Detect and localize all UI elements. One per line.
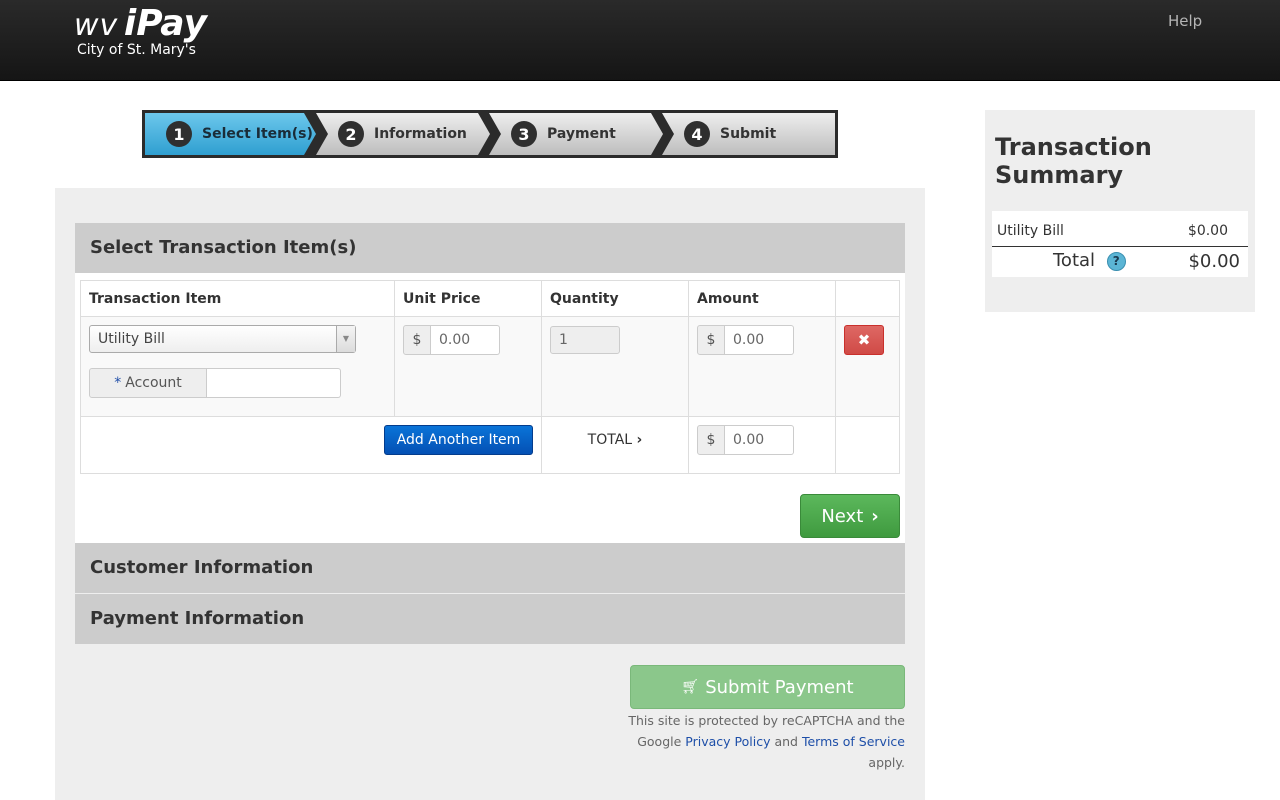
account-input-group: * Account [89,368,341,398]
step-label: Payment [547,126,616,142]
account-label: * Account [89,368,207,398]
account-input[interactable] [207,368,341,398]
selected-item-value: Utility Bill [98,331,165,347]
step-number: 3 [511,121,537,147]
step-number: 2 [338,121,364,147]
column-header-amount: Amount [689,281,836,317]
unit-price-input-group: $ 0.00 [403,325,500,355]
summary-item-amount: $0.00 [1187,223,1228,239]
section-select-items-header[interactable]: Select Transaction Item(s) [75,223,905,273]
summary-title: Transaction Summary [995,133,1152,189]
chevron-right-icon: › [636,432,643,448]
currency-addon: $ [403,325,431,355]
step-number: 4 [684,121,710,147]
summary-item-label: Utility Bill [997,223,1064,239]
recaptcha-notice: This site is protected by reCAPTCHA and … [628,713,905,770]
logo-wv-text: wv [74,8,119,43]
step-number: 1 [166,121,192,147]
section-customer-information-header[interactable]: Customer Information [75,543,905,593]
total-label: TOTAL › [587,432,643,448]
step-information: 2 Information [316,113,490,155]
currency-addon: $ [697,425,725,455]
wvipay-logo[interactable]: wv iPay City of St. Mary's [74,3,207,59]
step-label: Select Item(s) [202,126,313,142]
chevron-right-icon: › [871,505,879,527]
summary-table: Utility Bill $0.00 Total ? $0.00 [992,211,1248,277]
progress-stepper: 1 Select Item(s) 2 Information 3 Payment… [142,110,838,158]
terms-of-service-link[interactable]: Terms of Service [802,734,905,749]
logo-ipay-text: iPay [123,3,207,44]
submit-payment-button[interactable]: 🛒︎ Submit Payment [630,665,905,709]
amount-input-group: $ 0.00 [697,325,794,355]
privacy-policy-link[interactable]: Privacy Policy [685,734,770,749]
amount-input[interactable]: 0.00 [725,325,794,355]
remove-item-button[interactable]: ✖ [844,325,884,355]
column-header-actions [836,281,899,317]
summary-total-label: Total [1053,250,1096,271]
table-cell-total-actions [836,417,899,473]
summary-total-row: Total ? $0.00 [992,247,1248,277]
currency-addon: $ [697,325,725,355]
next-button[interactable]: Next › [800,494,900,538]
help-icon[interactable]: ? [1106,251,1126,271]
help-link[interactable]: Help [1168,12,1202,30]
quantity-input: 1 [550,326,620,354]
close-icon: ✖ [857,331,871,349]
logo-subtitle: City of St. Mary's [77,42,196,58]
add-another-item-button[interactable]: Add Another Item [384,425,533,455]
total-amount-input-group: $ 0.00 [697,425,794,455]
step-label: Information [374,126,467,142]
column-header-quantity: Quantity [542,281,689,317]
step-label: Submit [720,126,777,142]
summary-total-amount: $0.00 [1188,251,1240,272]
transaction-item-select[interactable]: Utility Bill ▼ [89,325,356,353]
top-navbar: wv iPay City of St. Mary's Help [0,0,1280,81]
step-submit: 4 Submit [662,113,835,155]
column-header-item: Transaction Item [81,281,395,317]
step-select-items: 1 Select Item(s) [145,113,316,155]
total-amount-input: 0.00 [725,425,794,455]
required-asterisk: * [114,375,122,391]
dropdown-arrow-icon[interactable]: ▼ [336,326,355,352]
column-header-unit-price: Unit Price [395,281,542,317]
shopping-cart-icon: 🛒︎ [681,679,700,695]
summary-item-row: Utility Bill $0.00 [992,211,1248,247]
unit-price-input[interactable]: 0.00 [431,325,500,355]
step-payment: 3 Payment [489,113,663,155]
section-payment-information-header[interactable]: Payment Information [75,594,905,644]
